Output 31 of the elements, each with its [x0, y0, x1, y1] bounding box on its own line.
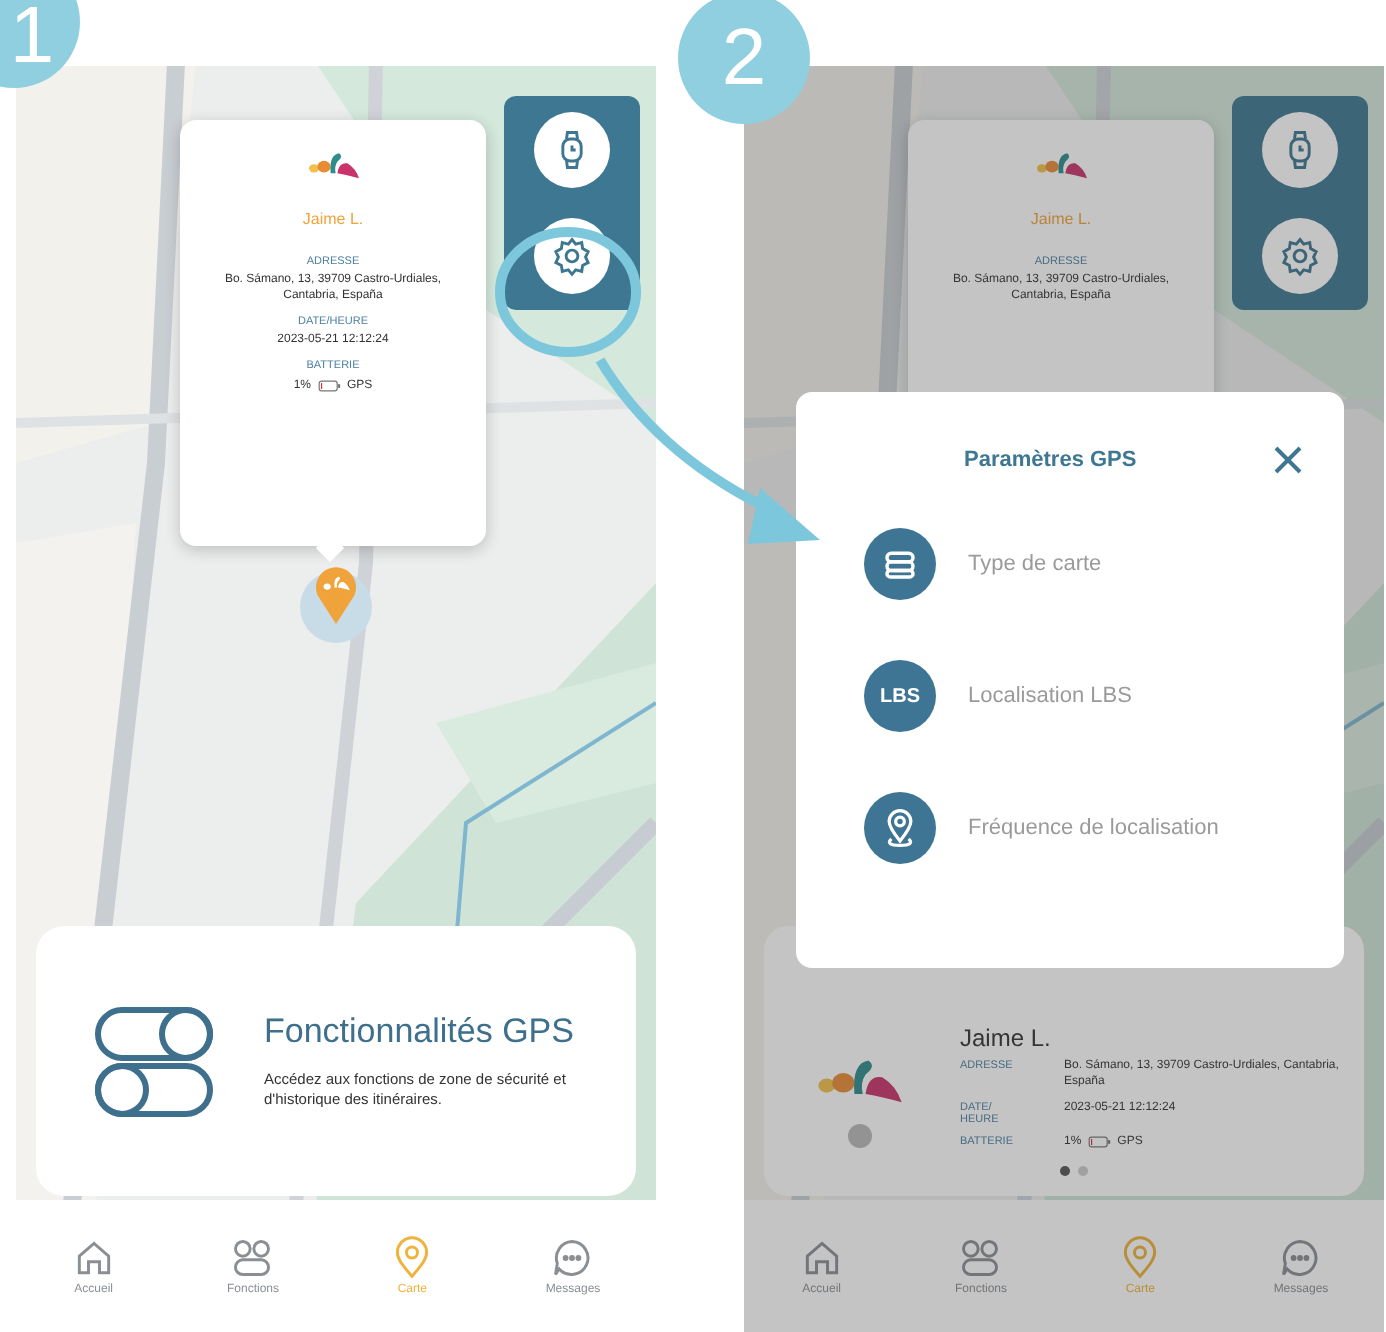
grid-icon — [958, 1236, 1003, 1280]
grid-icon — [230, 1236, 275, 1280]
chat-icon — [550, 1236, 595, 1280]
settings-option[interactable]: LBS Localisation LBS — [864, 660, 1308, 732]
watch-button[interactable] — [1262, 111, 1338, 188]
logo-icon — [1031, 148, 1091, 182]
contact-name: Jaime L. — [1030, 210, 1092, 228]
step-number: 2 — [678, 0, 810, 124]
settings-option[interactable]: Fréquence de localisation — [864, 792, 1308, 864]
settings-option[interactable]: Type de carte — [864, 528, 1308, 600]
step-number: 1 — [0, 0, 80, 88]
battery-icon — [1087, 1136, 1112, 1148]
page-dot[interactable] — [1060, 1166, 1070, 1176]
lbs-badge: LBS — [864, 660, 936, 732]
pin-icon — [864, 792, 936, 864]
feature-title: Fonctionnalités GPS — [264, 1010, 576, 1054]
location-pin-icon — [312, 566, 360, 626]
dialog-title: Paramètres GPS — [964, 448, 1137, 472]
avatar-icon — [848, 1124, 872, 1148]
watch-button[interactable] — [534, 111, 610, 188]
close-icon — [1272, 444, 1304, 476]
settings-icon — [550, 234, 594, 279]
logo-icon — [303, 148, 363, 182]
page-dot[interactable] — [1078, 1166, 1088, 1176]
layers-icon — [864, 528, 936, 600]
contact-name: Jaime L. — [960, 1024, 1053, 1053]
contact-name: Jaime L. — [302, 210, 364, 228]
settings-button[interactable] — [1262, 218, 1338, 295]
settings-icon — [1278, 234, 1322, 279]
chat-icon — [1278, 1236, 1323, 1280]
battery-icon — [317, 380, 341, 393]
